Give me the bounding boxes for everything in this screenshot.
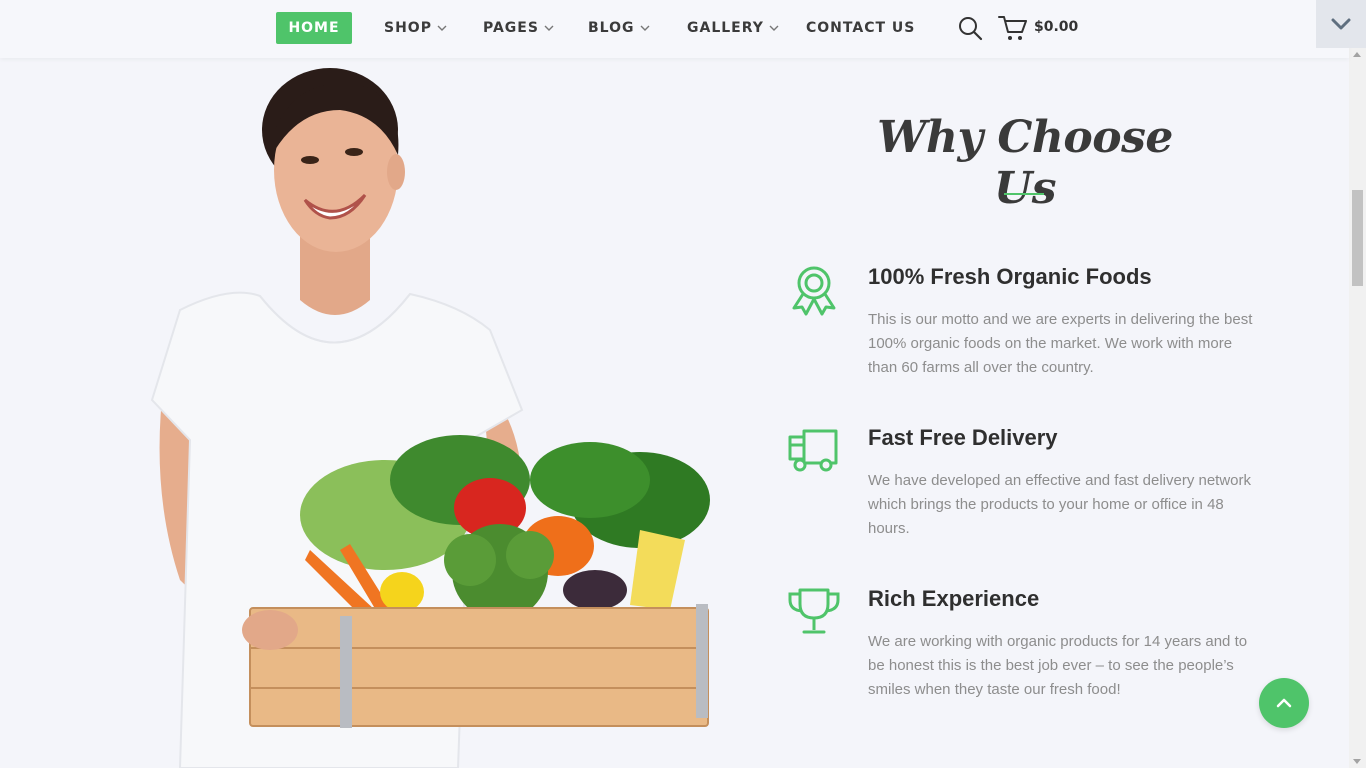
feature-title: Fast Free Delivery — [868, 425, 1058, 450]
top-navbar: HOME SHOP PAGES BLOG GALLERY CONTACT US … — [0, 0, 1349, 58]
scroll-thumb[interactable] — [1352, 190, 1363, 286]
chevron-down-icon — [640, 25, 649, 31]
nav-home[interactable]: HOME — [276, 12, 352, 44]
feature-title: 100% Fresh Organic Foods — [868, 264, 1152, 289]
panel-toggle-button[interactable] — [1316, 0, 1366, 48]
award-ribbon-icon — [792, 266, 836, 316]
nav-gallery-label: GALLERY — [687, 20, 764, 36]
trophy-icon — [788, 588, 840, 634]
chevron-down-icon — [769, 25, 779, 31]
title-divider — [1004, 193, 1044, 195]
cart-icon[interactable] — [998, 14, 1028, 42]
nav-pages[interactable]: PAGES — [483, 12, 554, 44]
chevron-down-icon — [437, 25, 447, 31]
scroll-down-arrow[interactable] — [1353, 759, 1361, 764]
woman-with-vegetable-crate-image — [150, 68, 710, 768]
nav-home-label: HOME — [288, 20, 340, 36]
chevron-down-icon — [1331, 18, 1351, 30]
cart-total[interactable]: $0.00 — [1034, 19, 1078, 35]
chevron-down-icon — [544, 25, 554, 31]
delivery-truck-icon — [788, 429, 838, 472]
back-to-top-button[interactable] — [1259, 678, 1309, 728]
nav-shop-label: SHOP — [384, 20, 432, 36]
chevron-up-icon — [1276, 698, 1292, 708]
feature-text: This is our motto and we are experts in … — [868, 311, 1253, 376]
page-scrollbar[interactable] — [1349, 48, 1366, 768]
feature-title: Rich Experience — [868, 586, 1040, 611]
feature-text: We are working with organic products for… — [868, 633, 1248, 698]
section-title: Why Choose Us — [877, 112, 1173, 214]
search-icon[interactable] — [957, 15, 983, 41]
nav-blog[interactable]: BLOG — [588, 12, 650, 44]
nav-gallery[interactable]: GALLERY — [687, 12, 779, 44]
nav-blog-label: BLOG — [588, 20, 635, 36]
nav-contact-us[interactable]: CONTACT US — [806, 12, 915, 44]
scroll-up-arrow[interactable] — [1353, 52, 1361, 57]
nav-contact-label: CONTACT US — [806, 20, 916, 36]
feature-text: We have developed an effective and fast … — [868, 472, 1252, 537]
nav-shop[interactable]: SHOP — [384, 12, 447, 44]
nav-pages-label: PAGES — [483, 20, 539, 36]
